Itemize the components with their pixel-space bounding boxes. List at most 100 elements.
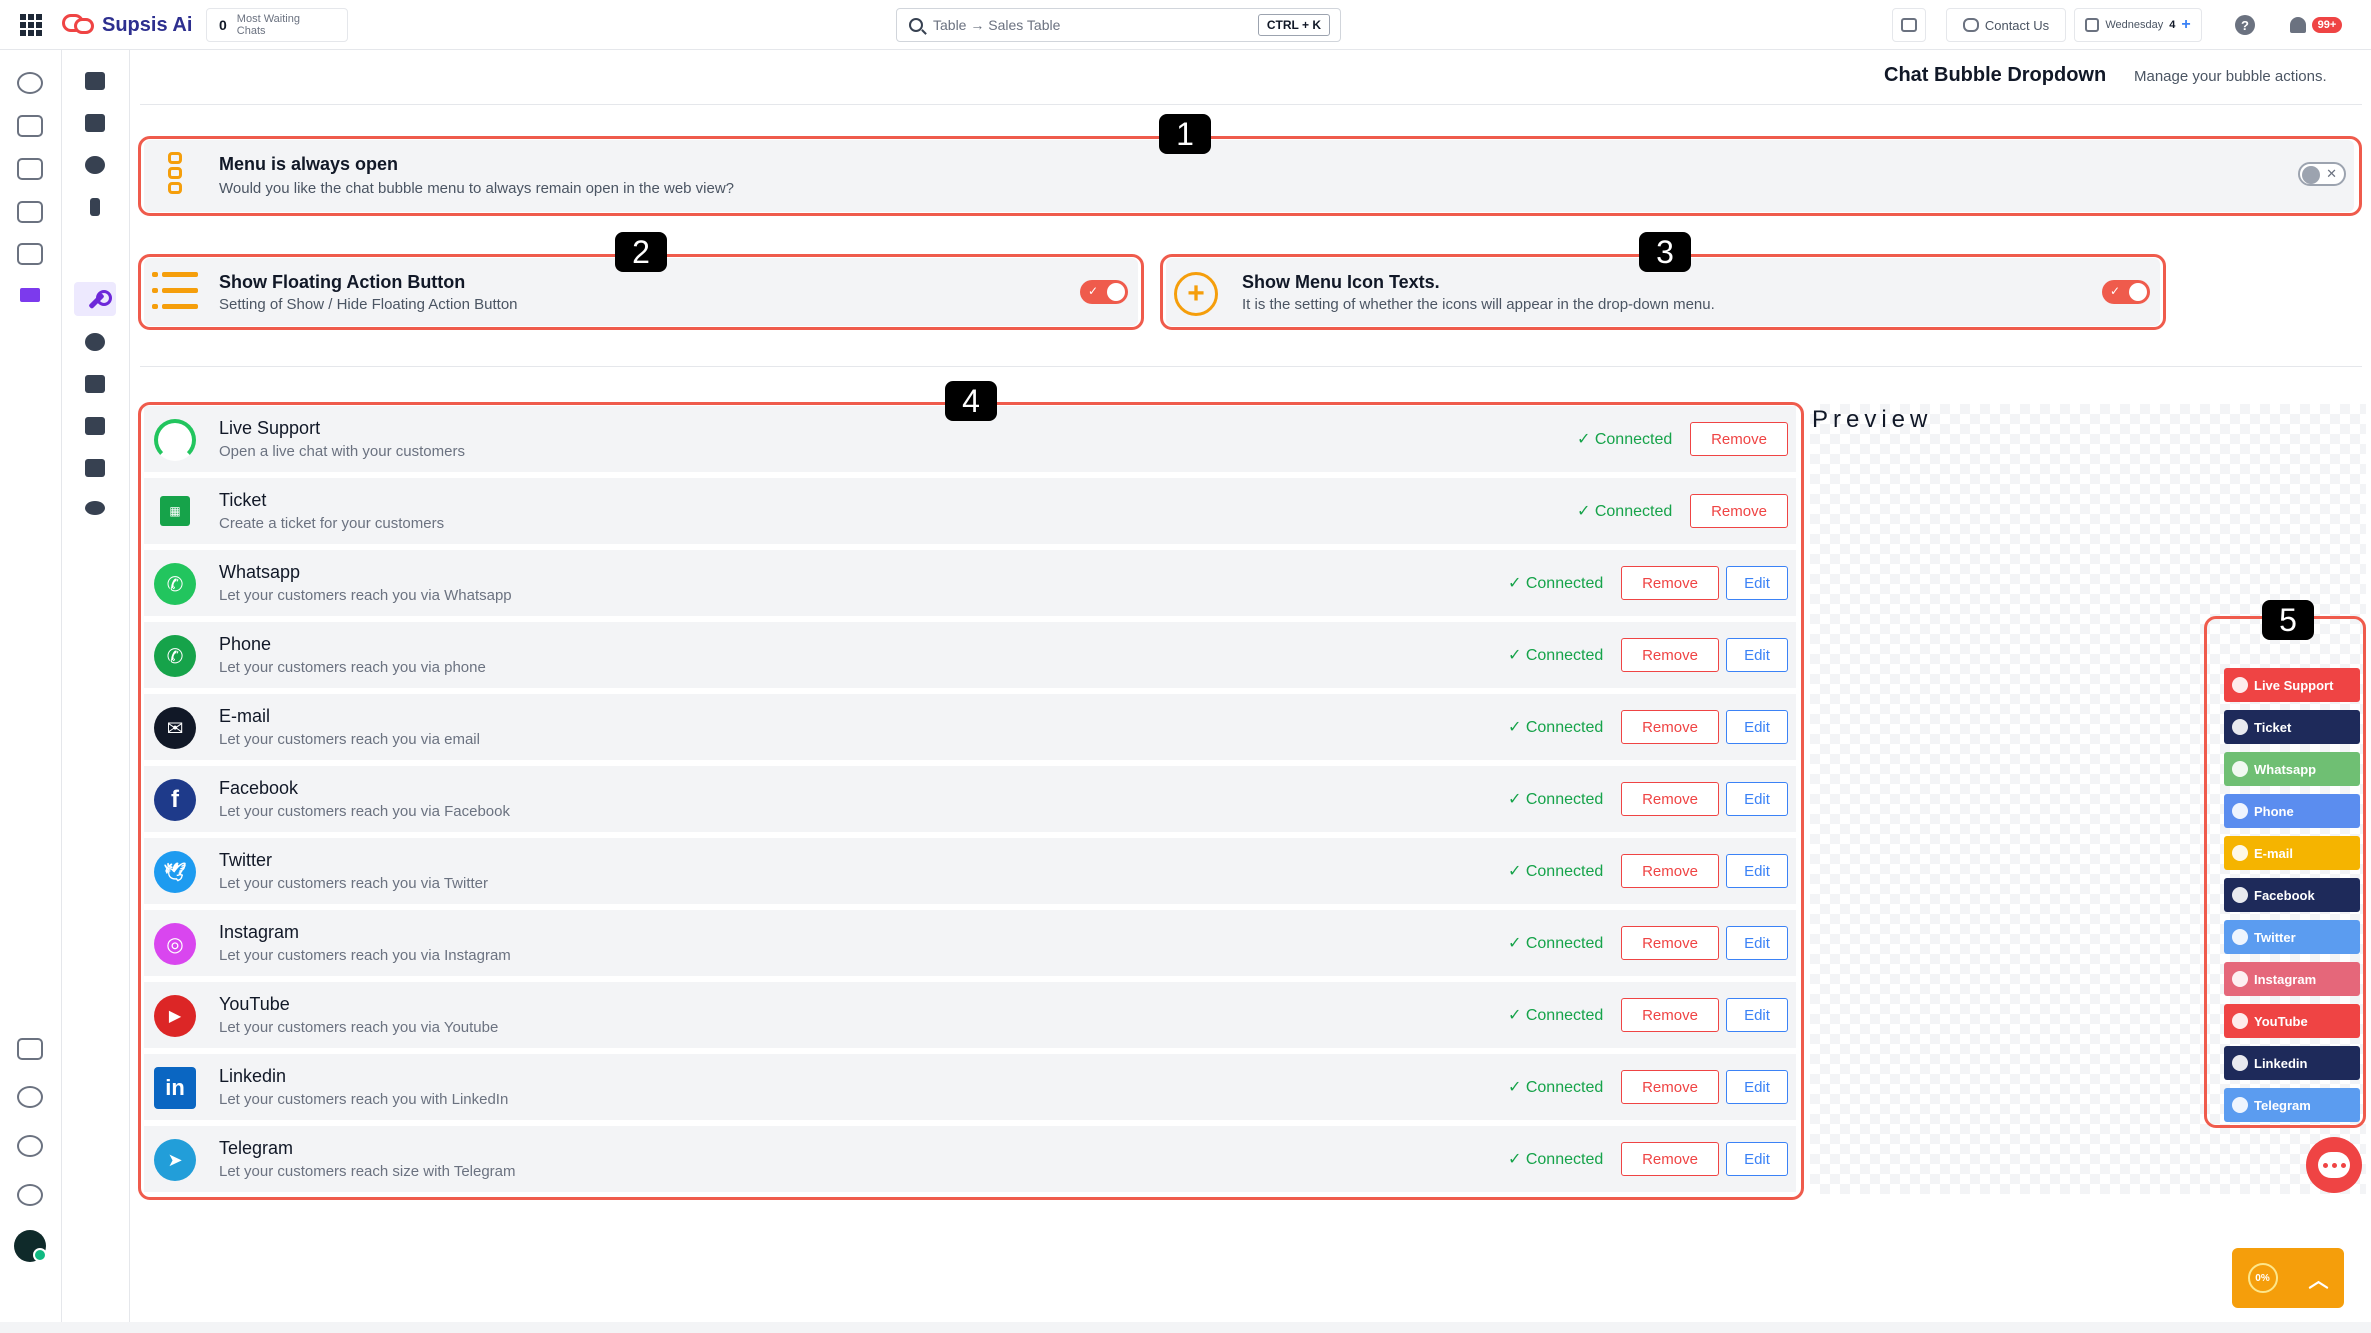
- edit-button[interactable]: Edit: [1726, 566, 1788, 600]
- brand-logo[interactable]: Supsis Ai: [62, 10, 192, 40]
- shapes-icon[interactable]: [85, 417, 105, 435]
- edit-button[interactable]: Edit: [1726, 926, 1788, 960]
- code-icon[interactable]: [85, 459, 105, 477]
- contacts-icon[interactable]: [17, 115, 43, 137]
- preview-item-label: Live Support: [2254, 677, 2334, 693]
- channel-description: Let your customers reach you with Linked…: [219, 1091, 509, 1108]
- remove-button[interactable]: Remove: [1621, 854, 1719, 888]
- preview-item-label: Telegram: [2254, 1097, 2311, 1113]
- chat-bubble-button[interactable]: [2306, 1137, 2362, 1193]
- preview-item-email[interactable]: E-mail: [2224, 836, 2360, 870]
- clock-icon[interactable]: [17, 1135, 43, 1157]
- cog-icon[interactable]: [85, 156, 105, 174]
- phone-icon: [2232, 803, 2248, 819]
- contact-us-button[interactable]: Contact Us: [1946, 8, 2066, 42]
- edit-button[interactable]: Edit: [1726, 782, 1788, 816]
- chat-icon: [1962, 18, 1979, 32]
- remove-button[interactable]: Remove: [1621, 926, 1719, 960]
- preview-label: Preview: [1812, 406, 1933, 433]
- connected-status: ✓ Connected: [1508, 791, 1604, 808]
- ticket-icon: ▦: [160, 496, 190, 526]
- notifications-button[interactable]: 99+: [2280, 8, 2352, 42]
- callout-badge-5: 5: [2262, 600, 2314, 640]
- remove-button[interactable]: Remove: [1621, 1142, 1719, 1176]
- linkedin-icon: in: [154, 1067, 196, 1109]
- remove-button[interactable]: Remove: [1621, 710, 1719, 744]
- channel-title: Ticket: [219, 490, 267, 510]
- preview-item-label: Ticket: [2254, 719, 2292, 735]
- preview-item-youtube[interactable]: YouTube: [2224, 1004, 2360, 1038]
- preview-item-label: YouTube: [2254, 1013, 2308, 1029]
- remove-button[interactable]: Remove: [1621, 998, 1719, 1032]
- scroll-to-top-widget[interactable]: 0% ︿: [2232, 1248, 2344, 1308]
- icon-texts-toggle[interactable]: ✓: [2102, 280, 2150, 304]
- edit-button[interactable]: Edit: [1726, 710, 1788, 744]
- edit-button[interactable]: Edit: [1726, 998, 1788, 1032]
- headset-icon: [2232, 677, 2248, 693]
- remove-button[interactable]: Remove: [1621, 782, 1719, 816]
- channel-row-ticket: ▦ Ticket Create a ticket for your custom…: [144, 478, 1796, 544]
- apps-grid-icon[interactable]: [20, 14, 42, 36]
- bolt-icon[interactable]: [90, 198, 100, 216]
- most-waiting-chats[interactable]: 0 Most Waiting Chats: [206, 8, 348, 42]
- chevron-up-icon[interactable]: ︿: [2309, 1264, 2329, 1293]
- bottom-strip: [0, 1322, 2371, 1333]
- settings-screen-icon[interactable]: [17, 201, 43, 223]
- remove-button[interactable]: Remove: [1621, 566, 1719, 600]
- eye-icon[interactable]: [85, 501, 105, 515]
- message-icon[interactable]: [85, 72, 105, 90]
- preview-item-twitter[interactable]: Twitter: [2224, 920, 2360, 954]
- calendar-icon: [2085, 18, 2100, 32]
- channel-description: Create a ticket for your customers: [219, 515, 445, 532]
- inbox-button[interactable]: [1892, 8, 1926, 42]
- comment-icon[interactable]: [85, 375, 105, 393]
- channel-row-facebook: f Facebook Let your customers reach you …: [144, 766, 1796, 832]
- channel-title: Phone: [219, 634, 272, 654]
- channel-title: E-mail: [219, 706, 271, 726]
- settings-cog-icon[interactable]: [85, 333, 105, 351]
- checkbox-icon[interactable]: [85, 114, 105, 132]
- plus-circle-icon: +: [1174, 272, 1218, 316]
- add-icon[interactable]: +: [2181, 16, 2190, 34]
- preview-item-instagram[interactable]: Instagram: [2224, 962, 2360, 996]
- calendar-button[interactable]: Wednesday 4 +: [2074, 8, 2202, 42]
- twitter-icon: 🕊: [154, 851, 196, 893]
- notifications-badge: 99+: [2311, 17, 2343, 33]
- edit-button[interactable]: Edit: [1726, 638, 1788, 672]
- menu-dots-icon: [168, 152, 184, 198]
- monitor-icon[interactable]: [17, 243, 43, 265]
- help-button[interactable]: ?: [2228, 8, 2262, 42]
- edit-button[interactable]: Edit: [1726, 854, 1788, 888]
- divider: [140, 366, 2362, 367]
- remove-button[interactable]: Remove: [1621, 1070, 1719, 1104]
- callout-badge-4: 4: [945, 381, 997, 421]
- edit-button[interactable]: Edit: [1726, 1070, 1788, 1104]
- remove-button[interactable]: Remove: [1690, 494, 1788, 528]
- sitemap-icon[interactable]: [17, 1086, 43, 1108]
- remove-button[interactable]: Remove: [1690, 422, 1788, 456]
- preview-item-whatsapp[interactable]: Whatsapp: [2224, 752, 2360, 786]
- preview-item-ticket[interactable]: Ticket: [2224, 710, 2360, 744]
- telegram-icon: [2232, 1097, 2248, 1113]
- always-open-toggle[interactable]: ✕: [2298, 162, 2346, 186]
- layout-icon[interactable]: [17, 1038, 43, 1060]
- preview-item-label: Facebook: [2254, 887, 2315, 903]
- preview-item-phone[interactable]: Phone: [2224, 794, 2360, 828]
- channel-title: YouTube: [219, 994, 290, 1014]
- avatar[interactable]: [14, 1230, 47, 1262]
- preview-item-facebook[interactable]: Facebook: [2224, 878, 2360, 912]
- remove-button[interactable]: Remove: [1621, 638, 1719, 672]
- floating-button-toggle[interactable]: ✓: [1080, 280, 1128, 304]
- preview-item-live-support[interactable]: Live Support: [2224, 668, 2360, 702]
- preview-item-telegram[interactable]: Telegram: [2224, 1088, 2360, 1122]
- preview-item-linkedin[interactable]: Linkedin: [2224, 1046, 2360, 1080]
- chats-icon[interactable]: [17, 72, 43, 94]
- gear-icon[interactable]: [17, 1184, 43, 1206]
- edit-button[interactable]: Edit: [1726, 1142, 1788, 1176]
- inbox-tray-icon[interactable]: [17, 158, 43, 180]
- facebook-icon: f: [154, 779, 196, 821]
- bell-icon: [2289, 17, 2306, 33]
- channel-row-youtube: ▶ YouTube Let your customers reach you v…: [144, 982, 1796, 1048]
- global-search[interactable]: Table → Sales Table CTRL + K: [896, 8, 1341, 42]
- home-icon[interactable]: [20, 288, 40, 302]
